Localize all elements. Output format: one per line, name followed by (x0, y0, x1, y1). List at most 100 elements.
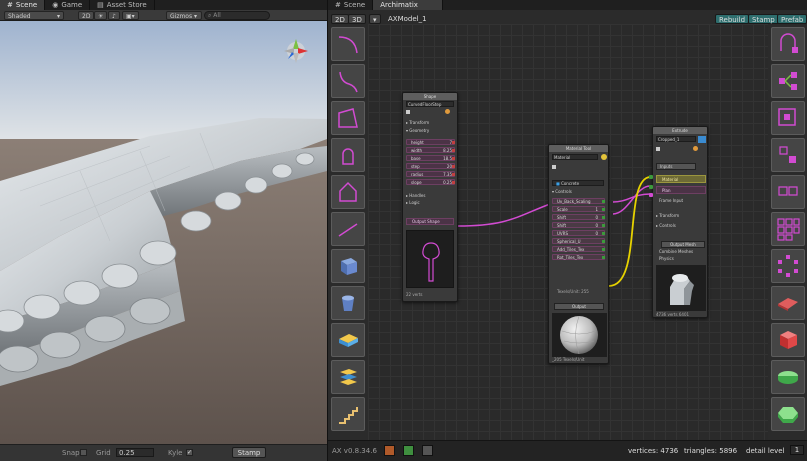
shape-param-row[interactable]: height 7 (406, 139, 455, 145)
2d-toggle[interactable]: 2D (78, 11, 95, 20)
tab-scene-right[interactable]: # Scene (328, 0, 374, 10)
box-mesh-tool[interactable] (771, 323, 805, 357)
shape-param-row[interactable]: radius 7.35 (406, 171, 455, 177)
material-param-row[interactable]: Shift 0 (552, 214, 605, 220)
extrude-type-icon[interactable] (698, 136, 706, 143)
stack-mesh-tool[interactable] (331, 360, 365, 394)
stair-mesh-tool[interactable] (331, 397, 365, 431)
output-shape-port[interactable]: Output Shape (406, 218, 454, 225)
param-socket-icon[interactable] (602, 216, 605, 219)
material-node[interactable]: Material Tool Material ■ Concrete ▾ Cont… (548, 144, 609, 364)
extrude-controls-foldout[interactable]: ▸ Controls (656, 223, 676, 229)
tab-archimatix[interactable]: Archimatix (373, 0, 444, 10)
shape-param-value[interactable]: 8.25 (443, 148, 452, 153)
tab-asset-store[interactable]: ▤ Asset Store (90, 0, 155, 10)
shape-node[interactable]: Shape CurvedFloorStep ▸ Transform ▾ Geom… (402, 92, 458, 302)
node-tool-2[interactable] (771, 64, 805, 98)
node-graph-canvas[interactable]: Shape CurvedFloorStep ▸ Transform ▾ Geom… (368, 24, 768, 440)
shape-name-field[interactable]: CurvedFloorStep (406, 101, 454, 107)
output-mesh-port[interactable]: Output Mesh (661, 241, 705, 248)
physics-foldout[interactable]: Physics (659, 256, 674, 262)
plane-mesh-tool[interactable] (771, 286, 805, 320)
line-shape-tool[interactable] (331, 212, 365, 246)
shape-enabled-checkbox[interactable] (406, 110, 410, 114)
extrude-name-field[interactable]: Cropped_1 (656, 136, 696, 142)
material-param-row[interactable]: Uv_Back_Scaling (552, 198, 605, 204)
stamp-button[interactable]: Stamp (232, 447, 266, 458)
shape-param-value[interactable]: 18.5 (443, 156, 452, 161)
node-tool-3[interactable] (771, 101, 805, 135)
material-param-row[interactable]: UVRS 0 (552, 230, 605, 236)
shape-param-row[interactable]: slope 0.25 (406, 179, 455, 185)
lathe-mesh-tool[interactable] (771, 360, 805, 394)
material-param-value[interactable]: 1 (595, 207, 598, 212)
grid-field[interactable]: 0.25 (116, 448, 154, 457)
node-tool-4[interactable] (771, 138, 805, 172)
model-menu-icon[interactable]: ▾ (369, 14, 381, 24)
transform-foldout[interactable]: ▸ Transform (406, 120, 429, 126)
snap-checkbox[interactable] (80, 449, 87, 456)
view-3d-button[interactable]: 3D (348, 14, 366, 24)
material-param-value[interactable]: 0 (595, 231, 598, 236)
extrude-visibility-icon[interactable] (693, 146, 698, 151)
material-param-row[interactable]: Rot_Tiles_Tex (552, 254, 605, 260)
material-param-row[interactable]: Shift 0 (552, 222, 605, 228)
param-socket-icon[interactable] (602, 240, 605, 243)
param-socket-icon[interactable] (602, 232, 605, 235)
visibility-icon[interactable] (445, 109, 450, 114)
slab-mesh-tool[interactable] (331, 323, 365, 357)
extrude-node[interactable]: Extrude Cropped_1 Inputs Material Plan F… (652, 126, 708, 318)
plan-in-socket[interactable] (649, 193, 653, 197)
arch-shape-tool[interactable] (331, 138, 365, 172)
extrude-transform-foldout[interactable]: ▸ Transform (656, 213, 679, 219)
stamp-toolbar-button[interactable]: Stamp (748, 14, 779, 24)
polygon-mesh-tool[interactable] (771, 397, 805, 431)
param-socket-icon[interactable] (452, 149, 455, 152)
material-param-row[interactable]: Spherical_U (552, 238, 605, 244)
param-socket-icon[interactable] (602, 248, 605, 251)
tab-game[interactable]: ◉ Game (45, 0, 91, 10)
param-socket-icon[interactable] (452, 141, 455, 144)
material-output-port[interactable]: Output (554, 303, 604, 310)
material-param-value[interactable]: 0 (595, 223, 598, 228)
audio-toggle-icon[interactable]: ♪ (108, 11, 120, 20)
view-2d-button[interactable]: 2D (331, 14, 349, 24)
material-param-value[interactable]: 0 (595, 215, 598, 220)
shape-param-row[interactable]: width 8.25 (406, 147, 455, 153)
param-socket-icon[interactable] (452, 173, 455, 176)
library-icon[interactable] (384, 445, 395, 456)
gizmos-dropdown[interactable]: Gizmos ▾ (166, 11, 202, 20)
search-input[interactable]: ⌕ All (204, 11, 270, 20)
param-socket-icon[interactable] (452, 181, 455, 184)
rebuild-button[interactable]: Rebuild (715, 14, 750, 24)
lighting-toggle-icon[interactable]: ☀ (94, 11, 108, 20)
controls-foldout[interactable]: ▾ Controls (552, 189, 572, 195)
shape-param-row[interactable]: step 20 (406, 163, 455, 169)
inputs-header[interactable]: Inputs (656, 163, 696, 170)
texture-field[interactable]: ■ Concrete (552, 180, 604, 186)
material-in-socket[interactable] (649, 175, 653, 179)
kyle-checkbox[interactable]: ✓ (186, 449, 193, 456)
param-socket-icon[interactable] (452, 165, 455, 168)
radial-repeater-tool[interactable] (771, 249, 805, 283)
combine-meshes-toggle[interactable]: Combine Meshes (659, 249, 693, 255)
logic-foldout[interactable]: ▸ Logic (406, 200, 420, 206)
param-socket-icon[interactable] (602, 208, 605, 211)
extrude-enabled-checkbox[interactable] (656, 147, 660, 151)
plan-input-port[interactable]: Plan (656, 186, 706, 194)
shape-param-value[interactable]: 7.35 (443, 172, 452, 177)
param-socket-icon[interactable] (602, 256, 605, 259)
rect-shape-tool[interactable] (331, 101, 365, 135)
effects-dropdown-icon[interactable]: ▣▾ (122, 11, 139, 20)
material-param-row[interactable]: Add_Tiles_Tex (552, 246, 605, 252)
cube-mesh-tool[interactable] (331, 249, 365, 283)
detail-level-field[interactable]: 1 (790, 445, 804, 455)
param-socket-icon[interactable] (602, 200, 605, 203)
param-socket-icon[interactable] (452, 157, 455, 160)
material-param-row[interactable]: Scale 1 (552, 206, 605, 212)
shading-dropdown[interactable]: Shaded ▾ (4, 11, 64, 20)
material-sphere-icon[interactable] (601, 154, 607, 160)
material-input-port[interactable]: Material (656, 175, 706, 183)
shape-param-row[interactable]: base 18.5 (406, 155, 455, 161)
export-icon[interactable] (403, 445, 414, 456)
